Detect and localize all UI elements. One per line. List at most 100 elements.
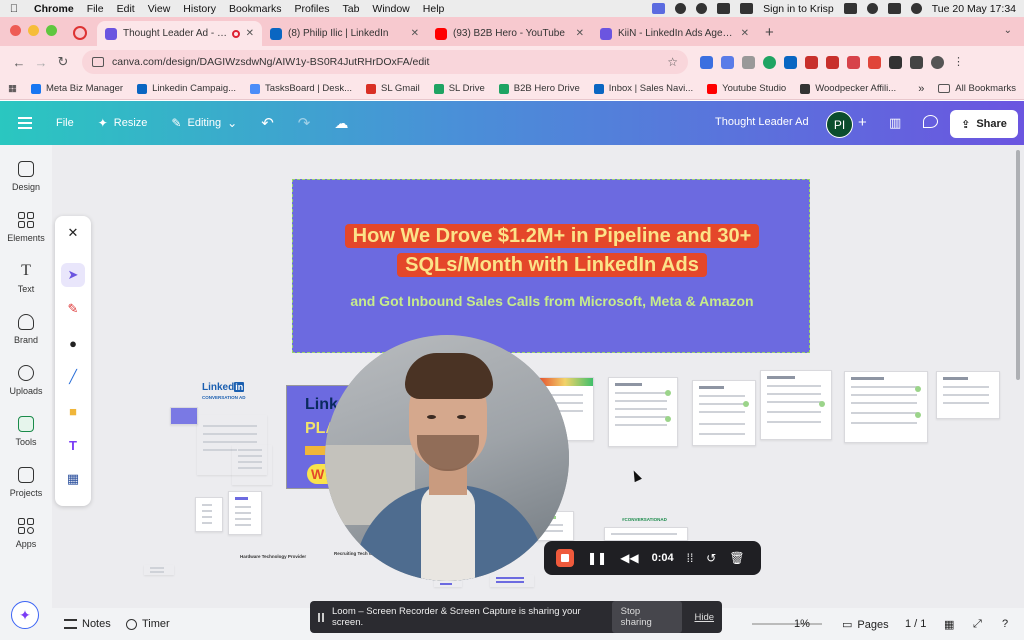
bookmark-woodpecker[interactable]: Woodpecker Affili... [800, 83, 896, 94]
magic-ai-sparkle-icon[interactable]: ✦ [11, 601, 39, 629]
site-info-icon[interactable] [92, 57, 104, 67]
sidebar-item-brand[interactable]: Brand [0, 314, 52, 345]
text-tool-icon[interactable]: T [61, 433, 85, 457]
menu-edit[interactable]: Edit [117, 3, 135, 15]
control-center-icon[interactable] [887, 3, 901, 14]
design-thumbnail[interactable] [170, 407, 198, 425]
extension-icon[interactable] [826, 55, 839, 69]
new-tab-button[interactable]: + [765, 24, 774, 41]
design-thumbnail[interactable] [692, 380, 756, 446]
close-tools-icon[interactable]: ✕ [61, 221, 85, 245]
bookmark-sales-nav[interactable]: Inbox | Sales Navi... [593, 83, 693, 94]
upload-tray-icon[interactable] [717, 3, 731, 14]
sidebar-item-elements[interactable]: Elements [0, 212, 52, 243]
maximize-window-icon[interactable] [46, 25, 57, 36]
hide-banner-link[interactable]: Hide [694, 612, 714, 623]
kebab-menu-icon[interactable]: ⋮ [952, 56, 965, 69]
page-count[interactable]: 1 / 1 [905, 618, 926, 630]
file-menu-button[interactable]: File [56, 117, 74, 129]
forward-arrow-icon[interactable]: → [30, 55, 52, 70]
comment-icon[interactable] [923, 115, 938, 128]
menu-app-name[interactable]: Chrome [34, 3, 74, 15]
krisp-sign-in[interactable]: Sign in to Krisp [763, 3, 834, 15]
ad-headline[interactable]: How We Drove $1.2M+ in Pipeline and 30+ … [321, 222, 783, 280]
table-icon[interactable]: ▦ [61, 467, 85, 491]
menu-history[interactable]: History [183, 3, 216, 15]
wordpress-tray-icon[interactable] [696, 3, 708, 14]
ad-subheadline[interactable]: and Got Inbound Sales Calls from Microso… [333, 290, 771, 312]
address-bar[interactable]: canva.com/design/DAGIWzsdwNg/AIW1y-BS0R4… [82, 50, 688, 74]
pen-icon[interactable]: ✎ [61, 297, 85, 321]
menu-tab[interactable]: Tab [342, 3, 359, 15]
bookmark-tasksboard[interactable]: TasksBoard | Desk... [250, 83, 352, 94]
menu-view[interactable]: View [148, 3, 171, 15]
grid-view-icon[interactable]: ▦ [944, 618, 954, 631]
grammarly-icon[interactable] [763, 55, 776, 69]
menu-help[interactable]: Help [423, 3, 445, 15]
extension-icon[interactable] [805, 55, 818, 69]
line-icon[interactable]: ╱ [61, 365, 85, 389]
select-arrow-icon[interactable]: ➤ [61, 263, 85, 287]
redo-icon[interactable]: ↷ [298, 114, 311, 132]
apple-icon[interactable]:  [8, 3, 20, 15]
github-tray-icon[interactable] [675, 3, 687, 14]
extension-icon[interactable] [700, 55, 713, 69]
stop-recording-button[interactable] [556, 549, 574, 567]
reload-icon[interactable]: ↻ [52, 54, 74, 70]
design-thumbnail[interactable] [760, 370, 832, 440]
krisp-icon[interactable] [740, 3, 754, 14]
editing-mode-dropdown[interactable]: ✎ Editing ⌄ [171, 116, 237, 130]
cloud-saved-icon[interactable]: ☁ [334, 115, 348, 132]
bookmark-b2b-drive[interactable]: B2B Hero Drive [498, 83, 580, 94]
bookmark-sl-drive[interactable]: SL Drive [433, 83, 485, 94]
close-tab-icon[interactable]: ✕ [576, 28, 584, 39]
tab-youtube[interactable]: (93) B2B Hero - YouTube ✕ [427, 21, 592, 46]
main-menu-icon[interactable] [18, 114, 32, 132]
menu-window[interactable]: Window [372, 3, 409, 15]
bookmark-youtube-studio[interactable]: Youtube Studio [707, 83, 786, 94]
close-tab-icon[interactable]: ✕ [741, 28, 749, 39]
apps-grid-icon[interactable]: ▦ [8, 83, 17, 94]
extension-icon[interactable] [742, 55, 755, 69]
sidebar-item-design[interactable]: Design [0, 161, 52, 192]
help-icon[interactable]: ? [1002, 618, 1008, 630]
sidebar-item-text[interactable]: T Text [0, 263, 52, 295]
back-arrow-icon[interactable]: ← [8, 55, 30, 70]
insights-chart-icon[interactable]: ▥ [889, 115, 901, 131]
bookmark-meta-biz[interactable]: Meta Biz Manager [30, 83, 123, 94]
all-bookmarks-button[interactable]: All Bookmarks [938, 83, 1016, 94]
extension-icon[interactable] [868, 55, 881, 69]
sidebar-item-tools[interactable]: Tools [0, 416, 52, 447]
user-avatar[interactable]: PI [826, 111, 853, 138]
pages-button[interactable]: ▭ Pages [842, 618, 889, 632]
close-tab-icon[interactable]: ✕ [246, 28, 254, 39]
profile-avatar-icon[interactable] [931, 55, 944, 69]
bookmark-star-icon[interactable]: ☆ [667, 55, 678, 69]
artboard-thought-leader-ad[interactable]: How We Drove $1.2M+ in Pipeline and 30+ … [292, 179, 810, 353]
design-thumbnail[interactable] [844, 371, 928, 443]
restart-icon[interactable]: ↺ [706, 551, 716, 565]
sticky-note-icon[interactable]: ■ [61, 399, 85, 423]
sidebar-item-uploads[interactable]: Uploads [0, 365, 52, 396]
close-window-icon[interactable] [10, 25, 21, 36]
vertical-scrollbar[interactable] [1016, 150, 1020, 380]
sidebar-item-projects[interactable]: Projects [0, 467, 52, 498]
menu-bookmarks[interactable]: Bookmarks [229, 3, 282, 15]
tab-thought-leader-ad[interactable]: Thought Leader Ad - Whi ✕ [97, 21, 262, 46]
extension-icon[interactable] [721, 55, 734, 69]
design-thumbnail[interactable] [608, 377, 678, 447]
bookmark-sl-gmail[interactable]: SL Gmail [366, 83, 420, 94]
fullscreen-icon[interactable]: ⤢ [973, 618, 982, 631]
tab-linkedin[interactable]: (8) Philip Ilic | LinkedIn ✕ [262, 21, 427, 46]
menu-profiles[interactable]: Profiles [294, 3, 329, 15]
wifi-icon[interactable] [866, 3, 878, 14]
shapes-icon[interactable]: ● [61, 331, 85, 355]
tab-search-chevron-icon[interactable]: ⌄ [1004, 25, 1012, 36]
resize-button[interactable]: ✦ Resize [98, 116, 148, 130]
design-thumbnail[interactable] [195, 497, 223, 532]
siri-icon[interactable] [910, 3, 922, 14]
delete-trash-icon[interactable]: 🗑 [729, 551, 744, 565]
pinned-tab-record-icon[interactable] [73, 26, 87, 40]
extension-icon[interactable] [847, 55, 860, 69]
more-bookmarks-chevron[interactable]: » [918, 83, 924, 95]
